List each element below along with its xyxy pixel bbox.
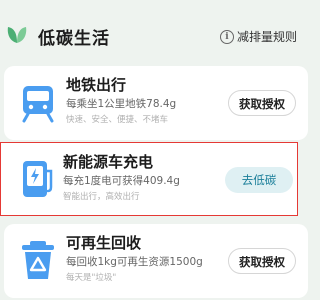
card-tags: 智能出行，高效出行 <box>63 192 140 202</box>
subway-icon <box>22 86 54 123</box>
card-title: 可再生回收 <box>66 234 142 252</box>
authorize-button[interactable]: 获取授权 <box>228 90 296 116</box>
rules-link-label: 减排量规则 <box>237 30 298 44</box>
card-tags: 快速、安全、便捷、不堵车 <box>66 115 169 125</box>
header: 低碳生活 i 减排量规则 <box>0 0 300 58</box>
go-low-carbon-button[interactable]: 去低碳 <box>225 167 293 193</box>
rules-link[interactable]: i 减排量规则 <box>220 28 297 45</box>
ev-charging-icon <box>23 161 53 197</box>
card-recycling: 可再生回收 每回收1kg可再生资源1500g 每天是"垃圾" 获取授权 <box>4 224 308 298</box>
card-subway: 地铁出行 每乘坐1公里地铁78.4g 快速、安全、便捷、不堵车 获取授权 <box>4 66 308 140</box>
card-description: 每充1度电可获得409.4g <box>63 175 180 187</box>
card-description: 每回收1kg可再生资源1500g <box>66 256 203 268</box>
recycle-bin-icon <box>22 241 54 279</box>
leaf-icon <box>7 27 27 43</box>
info-icon: i <box>220 29 234 44</box>
authorize-button[interactable]: 获取授权 <box>228 248 296 274</box>
card-tags: 每天是"垃圾" <box>66 273 117 283</box>
card-description: 每乘坐1公里地铁78.4g <box>66 98 177 110</box>
card-ev-charging: 新能源车充电 每充1度电可获得409.4g 智能出行，高效出行 去低碳 <box>0 142 298 216</box>
page-title: 低碳生活 <box>38 29 110 49</box>
card-title: 新能源车充电 <box>63 153 154 171</box>
card-title: 地铁出行 <box>66 76 127 94</box>
